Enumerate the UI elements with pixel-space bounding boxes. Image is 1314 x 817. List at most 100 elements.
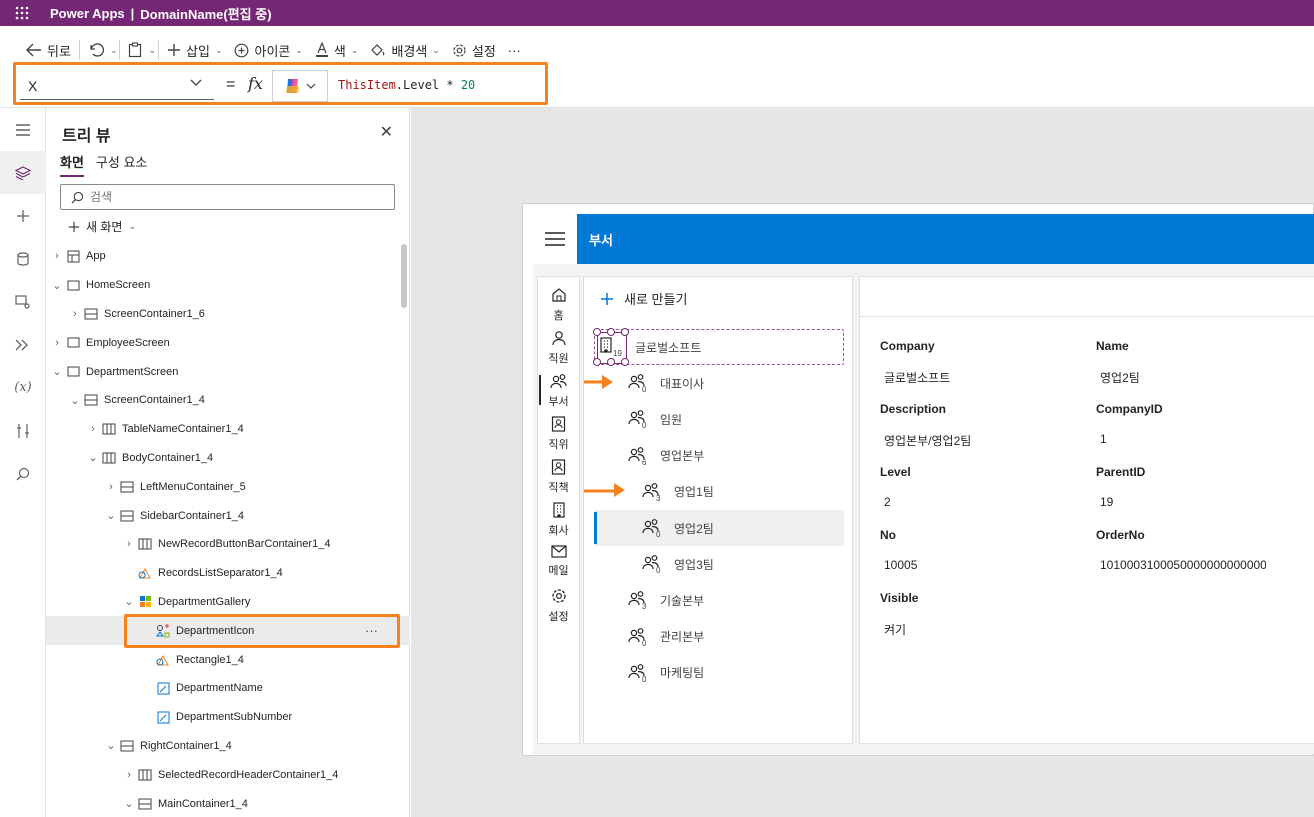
tree-node[interactable]: ⌄ SidebarContainer1_4 bbox=[46, 501, 410, 530]
divider bbox=[78, 40, 80, 60]
menu-icon[interactable] bbox=[0, 108, 46, 151]
annotation-arrow bbox=[584, 483, 625, 497]
chevron-right-icon[interactable]: › bbox=[104, 481, 118, 493]
settings-button[interactable]: 설정 bbox=[446, 36, 502, 64]
app-launcher-icon[interactable] bbox=[0, 0, 44, 26]
chevron-right-icon[interactable]: › bbox=[86, 423, 100, 435]
color-button[interactable]: 색 ⌄ bbox=[309, 36, 365, 64]
tree-node[interactable]: › LeftMenuContainer_5 bbox=[46, 472, 410, 501]
resize-handle[interactable] bbox=[621, 328, 629, 336]
resize-handle[interactable] bbox=[607, 328, 615, 336]
gallery-item[interactable]: 0 영업2팀 bbox=[594, 510, 844, 546]
icons-button[interactable]: 아이콘 ⌄ bbox=[228, 36, 308, 64]
gallery-item[interactable]: 3 기술본부 bbox=[594, 582, 844, 618]
paste-dropdown-icon[interactable]: ⌄ bbox=[148, 45, 156, 56]
tree-node[interactable]: › NewRecordButtonBarContainer1_4 bbox=[46, 530, 410, 559]
tree-scrollbar[interactable] bbox=[401, 244, 407, 308]
gallery-item[interactable]: 0 임원 bbox=[594, 401, 844, 437]
fill-button[interactable]: 배경색 ⌄ bbox=[364, 36, 445, 64]
media-icon[interactable] bbox=[0, 280, 46, 323]
tree-node[interactable]: › EmployeeScreen bbox=[46, 328, 410, 357]
gallery-item[interactable]: 6 영업본부 bbox=[594, 438, 844, 474]
tree-search-box[interactable] bbox=[60, 184, 395, 210]
tree-node-label: MainContainer1_4 bbox=[158, 797, 248, 810]
detail-field: Name 영업2팀 bbox=[1096, 339, 1266, 386]
tree-node-label: ScreenContainer1_4 bbox=[104, 394, 205, 407]
people-icon bbox=[549, 373, 568, 392]
new-screen-button[interactable]: 새 화면 ⌄ bbox=[68, 218, 136, 235]
menu-item-label: 직책 bbox=[548, 482, 569, 494]
department-name: 영업3팀 bbox=[674, 557, 714, 572]
resize-handle[interactable] bbox=[593, 328, 601, 336]
document-name[interactable]: DomainName(편집 중) bbox=[140, 4, 271, 23]
menu-item[interactable]: 직책 bbox=[537, 459, 580, 502]
tree-node[interactable]: DepartmentName bbox=[46, 674, 410, 703]
gallery-item[interactable]: 0 관리본부 bbox=[594, 619, 844, 655]
divider bbox=[158, 40, 160, 60]
selected-node-highlight bbox=[124, 614, 400, 648]
menu-item[interactable]: 직위 bbox=[537, 416, 580, 459]
paste-button[interactable] bbox=[122, 36, 148, 64]
tree-node[interactable]: Rectangle1_4 bbox=[46, 645, 410, 674]
undo-dropdown-icon[interactable]: ⌄ bbox=[110, 45, 118, 56]
insert-icon[interactable] bbox=[0, 194, 46, 237]
insert-button[interactable]: 삽입 ⌄ bbox=[161, 36, 228, 64]
gallery-item[interactable]: 0 대표이사 bbox=[594, 365, 844, 401]
more-commands-button[interactable]: ··· bbox=[502, 36, 527, 64]
search-icon[interactable] bbox=[0, 452, 46, 495]
tree-node[interactable]: ⌄ DepartmentGallery bbox=[46, 588, 410, 617]
tools-icon[interactable] bbox=[0, 409, 46, 452]
chevron-right-icon[interactable]: › bbox=[122, 769, 136, 781]
menu-item[interactable]: 회사 bbox=[537, 502, 580, 545]
app-preview: 부서 홈 직원 부서 직위 직책 회사 메일 설정 새로 만들기 19 글로벌소프트 0 대표이사 0… bbox=[522, 203, 1314, 756]
chevron-down-icon[interactable]: ⌄ bbox=[104, 739, 118, 752]
search-input[interactable] bbox=[90, 190, 370, 204]
chevron-right-icon[interactable]: › bbox=[122, 538, 136, 550]
gallery-item[interactable]: 3 영업1팀 bbox=[594, 474, 844, 510]
chevron-right-icon[interactable]: › bbox=[50, 250, 64, 262]
tree-node[interactable]: DepartmentSubNumber bbox=[46, 703, 410, 732]
chevron-down-icon[interactable]: ⌄ bbox=[122, 595, 136, 608]
sub-number: 0 bbox=[642, 421, 647, 431]
menu-item[interactable]: 홈 bbox=[537, 287, 580, 330]
tree-node[interactable]: RecordsListSeparator1_4 bbox=[46, 559, 410, 588]
back-button[interactable]: 뒤로 bbox=[20, 36, 77, 64]
variables-icon[interactable]: (x) bbox=[0, 366, 46, 409]
tree-node[interactable]: › App bbox=[46, 242, 410, 271]
tab-screens[interactable]: 화면 bbox=[60, 152, 84, 177]
tree-node[interactable]: ⌄ MainContainer1_4 bbox=[46, 789, 410, 817]
menu-item[interactable]: 직원 bbox=[537, 330, 580, 373]
hamburger-icon[interactable] bbox=[533, 214, 577, 264]
menu-item[interactable]: 메일 bbox=[537, 545, 580, 588]
chevron-right-icon[interactable]: › bbox=[50, 337, 64, 349]
tree-node[interactable]: ⌄ HomeScreen bbox=[46, 271, 410, 300]
new-record-button[interactable]: 새로 만들기 bbox=[600, 289, 687, 308]
chevron-down-icon[interactable]: ⌄ bbox=[104, 509, 118, 522]
tree-node[interactable]: ⌄ ScreenContainer1_4 bbox=[46, 386, 410, 415]
tree-view-icon[interactable] bbox=[0, 151, 46, 194]
tree-node[interactable]: ⌄ BodyContainer1_4 bbox=[46, 444, 410, 473]
gallery-item[interactable]: 0 마케팅팀 bbox=[594, 655, 844, 691]
tree-node[interactable]: › ScreenContainer1_6 bbox=[46, 300, 410, 329]
field-value: 10005 bbox=[884, 558, 918, 572]
tree-node[interactable]: ⌄ DepartmentScreen bbox=[46, 357, 410, 386]
label-icon bbox=[154, 682, 172, 695]
tree-node[interactable]: › SelectedRecordHeaderContainer1_4 bbox=[46, 760, 410, 789]
tree-node[interactable]: › TableNameContainer1_4 bbox=[46, 415, 410, 444]
chevron-down-icon[interactable]: ⌄ bbox=[50, 365, 64, 378]
undo-button[interactable] bbox=[82, 36, 110, 64]
data-icon[interactable] bbox=[0, 237, 46, 280]
chevron-right-icon[interactable]: › bbox=[68, 308, 82, 320]
chevron-down-icon[interactable]: ⌄ bbox=[50, 279, 64, 292]
chevron-down-icon[interactable]: ⌄ bbox=[86, 451, 100, 464]
chevron-down-icon[interactable]: ⌄ bbox=[122, 797, 136, 810]
close-icon[interactable]: ✕ bbox=[380, 122, 393, 142]
gallery-item[interactable]: 0 영업3팀 bbox=[594, 546, 844, 582]
menu-item[interactable]: 설정 bbox=[537, 588, 580, 631]
gallery-item[interactable]: 19 글로벌소프트 bbox=[593, 328, 844, 366]
tab-components[interactable]: 구성 요소 bbox=[96, 152, 147, 177]
menu-item[interactable]: 부서 bbox=[537, 373, 580, 416]
chevron-down-icon[interactable]: ⌄ bbox=[68, 394, 82, 407]
power-automate-icon[interactable] bbox=[0, 323, 46, 366]
tree-node[interactable]: ⌄ RightContainer1_4 bbox=[46, 732, 410, 761]
